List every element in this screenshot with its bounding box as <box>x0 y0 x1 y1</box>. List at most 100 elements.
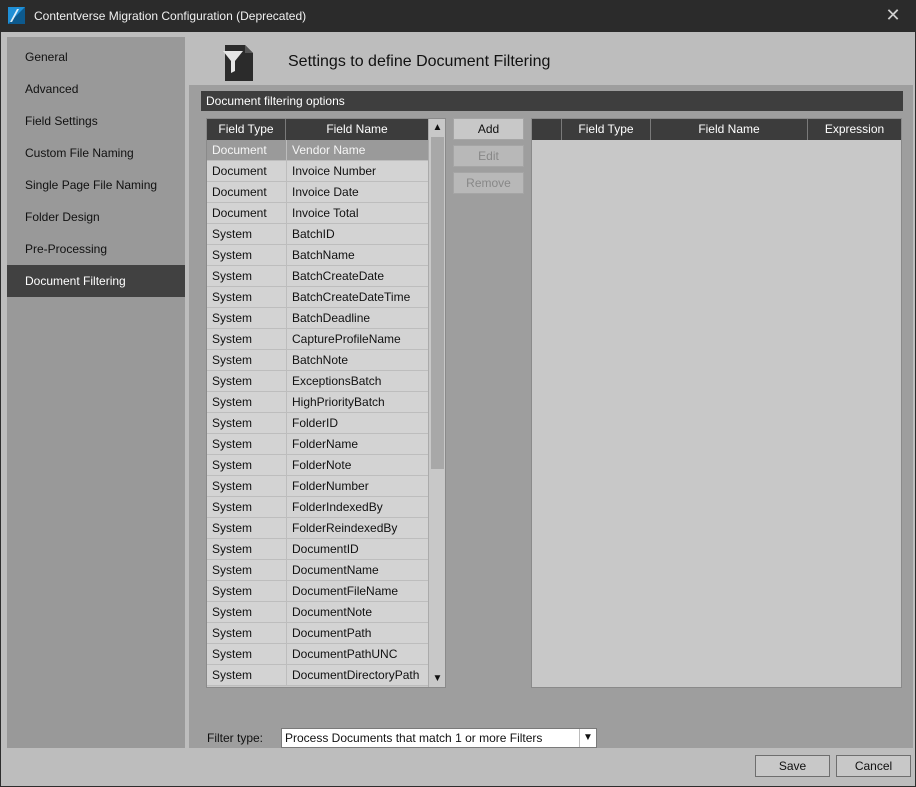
table-row[interactable]: System DocumentNote <box>207 602 428 623</box>
available-fields-grid[interactable]: Field Type Field Name Document Vendor Nam… <box>206 118 446 688</box>
dialog-footer: Save Cancel <box>1 748 915 786</box>
field-name-cell: FolderNumber <box>286 476 428 496</box>
filter-type-value: Process Documents that match 1 or more F… <box>285 731 543 745</box>
table-row[interactable]: System FolderIndexedBy <box>207 497 428 518</box>
field-name-cell: DocumentName <box>286 560 428 580</box>
table-row[interactable]: Document Invoice Number <box>207 161 428 182</box>
filter-type-select[interactable]: Process Documents that match 1 or more F… <box>281 728 597 748</box>
field-name-cell: DocumentFileName <box>286 581 428 601</box>
field-type-cell: Document <box>212 185 267 199</box>
scroll-up-icon[interactable]: ▲ <box>429 119 445 136</box>
table-row[interactable]: System DocumentID <box>207 539 428 560</box>
field-type-cell: System <box>212 269 253 283</box>
table-row[interactable]: System FolderNumber <box>207 476 428 497</box>
table-row[interactable]: System DocumentDirectoryPath <box>207 665 428 686</box>
field-name-cell: BatchCreateDateTime <box>286 287 428 307</box>
field-name-cell: DocumentPath <box>286 623 428 643</box>
table-row[interactable]: System BatchID <box>207 224 428 245</box>
filter-type-label: Filter type: <box>207 731 264 745</box>
sidebar-item-general[interactable]: General <box>7 41 185 73</box>
table-row[interactable]: System FolderName <box>207 434 428 455</box>
title-bar: Contentverse Migration Configuration (De… <box>0 0 916 32</box>
field-name-cell: HighPriorityBatch <box>286 392 428 412</box>
table-row[interactable]: System DocumentPath <box>207 623 428 644</box>
field-type-cell: System <box>212 584 253 598</box>
edit-button[interactable]: Edit <box>453 145 524 167</box>
field-name-cell: DocumentNote <box>286 602 428 622</box>
table-row[interactable]: System BatchCreateDateTime <box>207 287 428 308</box>
field-type-cell: System <box>212 311 253 325</box>
field-type-cell: System <box>212 395 253 409</box>
field-name-cell: DocumentID <box>286 539 428 559</box>
column-header-expression[interactable]: Expression <box>808 119 901 140</box>
fields-list: Document Vendor Name Document Invoice Numbe… <box>207 140 428 686</box>
scroll-down-icon[interactable]: ▼ <box>429 670 445 687</box>
table-row[interactable]: Document Invoice Total <box>207 203 428 224</box>
table-row[interactable]: System FolderReindexedBy <box>207 518 428 539</box>
sidebar-item-custom-file-naming[interactable]: Custom File Naming <box>7 137 185 169</box>
table-row[interactable]: System DocumentPathUNC <box>207 644 428 665</box>
table-row[interactable]: System DocumentFileName <box>207 581 428 602</box>
table-row[interactable]: System ExceptionsBatch <box>207 371 428 392</box>
sidebar-item-single-page-file-naming[interactable]: Single Page File Naming <box>7 169 185 201</box>
table-row[interactable]: System CaptureProfileName <box>207 329 428 350</box>
column-header-field-name[interactable]: Field Name <box>286 119 428 140</box>
sidebar-item-folder-design[interactable]: Folder Design <box>7 201 185 233</box>
field-type-cell: System <box>212 353 253 367</box>
table-row[interactable]: System BatchDeadline <box>207 308 428 329</box>
table-row[interactable]: System FolderNote <box>207 455 428 476</box>
column-header-field-type[interactable]: Field Type <box>207 119 286 140</box>
table-row[interactable]: System BatchName <box>207 245 428 266</box>
close-icon[interactable]: ✕ <box>870 0 916 32</box>
field-name-cell: FolderIndexedBy <box>286 497 428 517</box>
field-type-cell: System <box>212 521 253 535</box>
section-title: Document filtering options <box>201 91 903 111</box>
field-type-cell: System <box>212 563 253 577</box>
column-header-field-name[interactable]: Field Name <box>651 119 808 140</box>
add-button[interactable]: Add <box>453 118 524 140</box>
table-row[interactable]: System BatchNote <box>207 350 428 371</box>
table-row[interactable]: System HighPriorityBatch <box>207 392 428 413</box>
filter-icon <box>223 45 253 81</box>
field-name-cell: BatchNote <box>286 350 428 370</box>
column-header-row-selector <box>532 119 562 140</box>
field-type-cell: Document <box>212 206 267 220</box>
field-type-cell: System <box>212 647 253 661</box>
window-title: Contentverse Migration Configuration (De… <box>34 9 307 23</box>
table-row[interactable]: Document Vendor Name <box>207 140 428 161</box>
page-title: Settings to define Document Filtering <box>288 53 551 70</box>
table-row[interactable]: Document Invoice Date <box>207 182 428 203</box>
contentverse-logo-icon <box>8 7 25 24</box>
field-type-cell: System <box>212 500 253 514</box>
field-type-cell: System <box>212 227 253 241</box>
field-name-cell: BatchCreateDate <box>286 266 428 286</box>
field-type-cell: System <box>212 668 253 682</box>
vertical-scrollbar[interactable]: ▲ ▼ <box>428 119 445 687</box>
sidebar-item-field-settings[interactable]: Field Settings <box>7 105 185 137</box>
field-type-cell: System <box>212 332 253 346</box>
save-button[interactable]: Save <box>755 755 830 777</box>
field-name-cell: FolderReindexedBy <box>286 518 428 538</box>
chevron-down-icon[interactable]: ▼ <box>579 729 596 747</box>
sidebar: General Advanced Field Settings Custom F… <box>7 37 185 748</box>
field-name-cell: Invoice Date <box>286 182 428 202</box>
filters-grid-header: Field Type Field Name Expression <box>532 119 901 140</box>
dialog-body: General Advanced Field Settings Custom F… <box>1 32 915 786</box>
column-header-field-type[interactable]: Field Type <box>562 119 651 140</box>
filters-grid[interactable]: Field Type Field Name Expression <box>531 118 902 688</box>
field-name-cell: FolderNote <box>286 455 428 475</box>
table-row[interactable]: System BatchCreateDate <box>207 266 428 287</box>
remove-button[interactable]: Remove <box>453 172 524 194</box>
table-row[interactable]: System FolderID <box>207 413 428 434</box>
scrollbar-thumb[interactable] <box>431 137 444 469</box>
field-type-cell: System <box>212 626 253 640</box>
field-name-cell: Vendor Name <box>286 140 428 160</box>
field-name-cell: BatchDeadline <box>286 308 428 328</box>
table-row[interactable]: System DocumentName <box>207 560 428 581</box>
field-type-cell: System <box>212 437 253 451</box>
sidebar-item-advanced[interactable]: Advanced <box>7 73 185 105</box>
sidebar-item-document-filtering[interactable]: Document Filtering <box>7 265 185 297</box>
sidebar-item-pre-processing[interactable]: Pre-Processing <box>7 233 185 265</box>
field-name-cell: FolderName <box>286 434 428 454</box>
cancel-button[interactable]: Cancel <box>836 755 911 777</box>
